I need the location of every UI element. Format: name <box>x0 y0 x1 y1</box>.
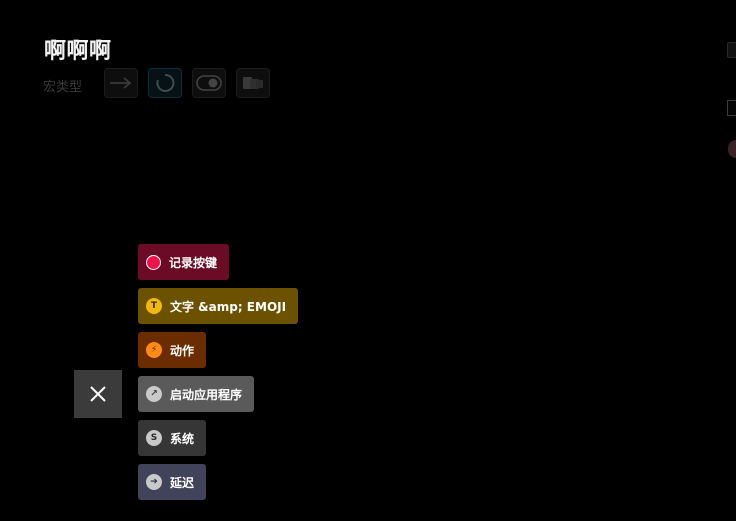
text-icon: T <box>146 298 162 314</box>
action-label: 文字 &amp; EMOJI <box>170 299 287 314</box>
launch-app-icon: ↗ <box>146 386 162 402</box>
right-edge-checkbox[interactable] <box>727 42 736 58</box>
macro-type-toggle-button[interactable] <box>192 68 226 98</box>
action-record-keys-button[interactable]: 记录按键 <box>138 244 230 280</box>
record-icon <box>146 254 161 270</box>
lightning-icon: ⚡ <box>146 342 162 358</box>
right-edge-indicator <box>728 140 736 158</box>
close-icon <box>90 386 106 402</box>
action-motion-button[interactable]: ⚡ 动作 <box>138 332 207 368</box>
cards-icon <box>243 77 263 89</box>
close-menu-button[interactable] <box>74 370 122 418</box>
action-system-button[interactable]: S 系统 <box>138 420 207 456</box>
loop-icon <box>156 73 175 92</box>
action-launch-app-button[interactable]: ↗ 启动应用程序 <box>138 376 255 412</box>
action-label: 动作 <box>170 343 195 358</box>
action-text-emoji-button[interactable]: T 文字 &amp; EMOJI <box>138 288 299 324</box>
macro-type-once-button[interactable] <box>104 68 138 98</box>
action-label: 记录按键 <box>169 255 218 270</box>
action-label: 延迟 <box>170 475 195 490</box>
system-icon: S <box>146 430 162 446</box>
action-label: 系统 <box>170 431 195 446</box>
macro-type-loop-button[interactable] <box>148 68 182 98</box>
toggle-icon <box>196 75 222 91</box>
macro-type-cards-button[interactable] <box>236 68 270 98</box>
delay-icon: ➔ <box>146 474 162 490</box>
action-delay-button[interactable]: ➔ 延迟 <box>138 464 207 500</box>
macro-type-label: 宏类型 <box>43 80 83 95</box>
macro-title: 啊啊啊 <box>44 39 112 64</box>
action-label: 启动应用程序 <box>170 387 243 402</box>
arrow-right-icon <box>110 77 132 89</box>
right-edge-box[interactable] <box>727 100 736 116</box>
